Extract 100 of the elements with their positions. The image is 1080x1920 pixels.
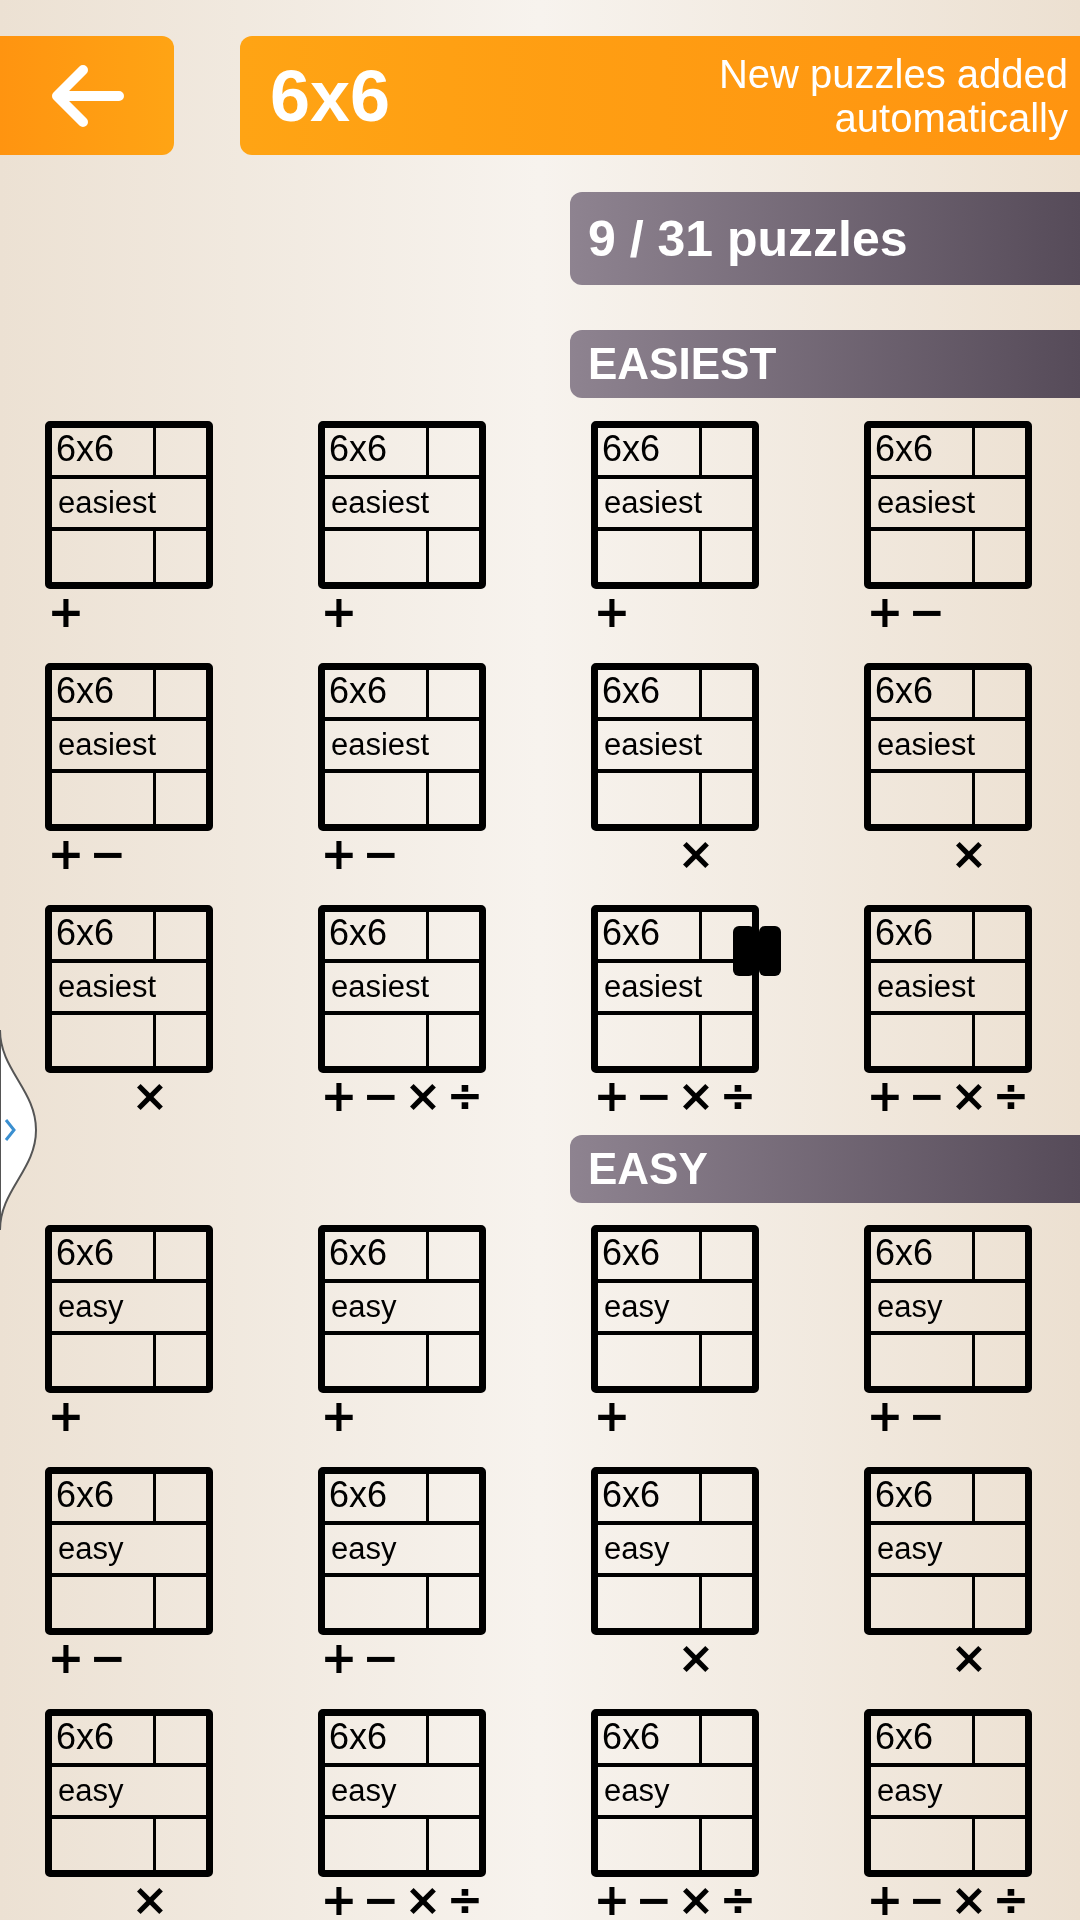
operator-symbol: × — [676, 1635, 716, 1680]
operator-symbol: − — [907, 1877, 947, 1920]
puzzle-tile[interactable]: 6x6 easiest — [318, 421, 486, 589]
section-heading: EASY — [570, 1135, 1080, 1203]
puzzle-level: easiest — [52, 721, 206, 773]
puzzle-tile[interactable]: 6x6 easy — [591, 1709, 759, 1877]
operator-symbol: + — [46, 831, 86, 876]
operator-symbol: + — [592, 589, 632, 634]
operator-symbol: ÷ — [991, 1877, 1031, 1920]
puzzle-level: easy — [325, 1283, 479, 1335]
operator-symbol: + — [592, 1073, 632, 1118]
puzzle-tile[interactable]: 6x6 easy — [45, 1225, 213, 1393]
puzzle-level: easy — [325, 1767, 479, 1819]
puzzle-size: 6x6 — [52, 1716, 156, 1768]
puzzle-tile[interactable]: 6x6 easy — [591, 1225, 759, 1393]
puzzle-size: 6x6 — [325, 912, 429, 964]
pause-icon — [731, 924, 783, 978]
puzzle-tile[interactable]: 6x6 easiest — [318, 663, 486, 831]
operator-symbol: + — [865, 589, 905, 634]
puzzle-size: 6x6 — [52, 1474, 156, 1526]
puzzle-size: 6x6 — [52, 428, 156, 480]
back-arrow-icon — [49, 63, 125, 128]
operator-symbol: × — [949, 1073, 989, 1118]
operator-symbol: − — [907, 589, 947, 634]
operator-symbol: × — [403, 1877, 443, 1920]
puzzle-level: easy — [871, 1283, 1025, 1335]
puzzle-tile[interactable]: 6x6 easiest — [45, 421, 213, 589]
operator-symbol: + — [46, 1635, 86, 1680]
puzzle-size: 6x6 — [325, 428, 429, 480]
operator-symbol: + — [319, 1877, 359, 1920]
puzzle-tile[interactable]: 6x6 easy — [318, 1709, 486, 1877]
puzzle-size: 6x6 — [325, 1232, 429, 1284]
operator-symbol: − — [907, 1393, 947, 1438]
operator-symbol: + — [865, 1877, 905, 1920]
puzzle-tile[interactable]: 6x6 easy — [318, 1225, 486, 1393]
operator-symbol: × — [130, 1877, 170, 1920]
drawer-handle[interactable] — [0, 1030, 38, 1230]
operator-symbol: + — [592, 1877, 632, 1920]
puzzle-size: 6x6 — [598, 1716, 702, 1768]
operator-symbol: − — [88, 831, 128, 876]
operator-symbol: − — [634, 1877, 674, 1920]
puzzle-tile[interactable]: 6x6 easiest — [864, 905, 1032, 1073]
puzzle-tile[interactable]: 6x6 easy — [45, 1709, 213, 1877]
operator-symbol: ÷ — [718, 1877, 758, 1920]
operator-symbol: × — [949, 831, 989, 876]
puzzle-tile[interactable]: 6x6 easy — [864, 1709, 1032, 1877]
puzzle-level: easy — [52, 1767, 206, 1819]
operator-symbol: ÷ — [718, 1073, 758, 1118]
puzzle-size: 6x6 — [871, 912, 975, 964]
operator-symbol: − — [634, 1073, 674, 1118]
puzzle-tile[interactable]: 6x6 easiest — [591, 663, 759, 831]
puzzle-size: 6x6 — [52, 1232, 156, 1284]
puzzle-tile[interactable]: 6x6 easy — [45, 1467, 213, 1635]
puzzle-tile[interactable]: 6x6 easiest — [864, 421, 1032, 589]
operator-symbol: × — [403, 1073, 443, 1118]
puzzle-size: 6x6 — [871, 670, 975, 722]
puzzle-tile[interactable]: 6x6 easy — [591, 1467, 759, 1635]
puzzle-count: 9 / 31 puzzles — [570, 192, 1080, 285]
puzzle-tile[interactable]: 6x6 easy — [864, 1225, 1032, 1393]
operator-symbol: × — [949, 1877, 989, 1920]
operator-symbol: + — [319, 1393, 359, 1438]
puzzle-size: 6x6 — [325, 670, 429, 722]
puzzle-size: 6x6 — [871, 428, 975, 480]
puzzle-level: easy — [598, 1767, 752, 1819]
puzzle-size: 6x6 — [871, 1716, 975, 1768]
operator-symbol: ÷ — [991, 1073, 1031, 1118]
operator-symbol: × — [130, 1073, 170, 1118]
operator-symbol: × — [676, 1073, 716, 1118]
operator-symbol: ÷ — [445, 1073, 485, 1118]
puzzle-level: easy — [325, 1525, 479, 1577]
operator-symbol: − — [361, 1635, 401, 1680]
puzzle-tile[interactable]: 6x6 easiest — [318, 905, 486, 1073]
operator-symbol: − — [361, 1877, 401, 1920]
puzzle-level: easy — [598, 1283, 752, 1335]
puzzle-level: easy — [598, 1525, 752, 1577]
puzzle-size: 6x6 — [325, 1716, 429, 1768]
puzzle-size: 6x6 — [598, 1474, 702, 1526]
puzzle-tile[interactable]: 6x6 easy — [864, 1467, 1032, 1635]
operator-symbol: + — [46, 589, 86, 634]
puzzle-level: easiest — [325, 479, 479, 531]
puzzle-size: 6x6 — [871, 1232, 975, 1284]
puzzle-level: easiest — [52, 963, 206, 1015]
puzzle-tile[interactable]: 6x6 easy — [318, 1467, 486, 1635]
puzzle-level: easiest — [52, 479, 206, 531]
operator-symbol: + — [319, 589, 359, 634]
operator-symbol: + — [46, 1393, 86, 1438]
puzzle-tile[interactable]: 6x6 easiest — [864, 663, 1032, 831]
puzzle-level: easy — [871, 1767, 1025, 1819]
operator-symbol: + — [319, 1635, 359, 1680]
operator-symbol: × — [949, 1635, 989, 1680]
operator-symbol: × — [676, 831, 716, 876]
puzzle-tile[interactable]: 6x6 easiest — [45, 905, 213, 1073]
puzzle-tile[interactable]: 6x6 easiest — [45, 663, 213, 831]
puzzle-level: easiest — [598, 479, 752, 531]
operator-symbol: × — [676, 1877, 716, 1920]
operator-symbol: + — [865, 1393, 905, 1438]
operator-symbol: + — [865, 1073, 905, 1118]
operator-symbol: − — [88, 1635, 128, 1680]
puzzle-tile[interactable]: 6x6 easiest — [591, 421, 759, 589]
puzzle-level: easy — [52, 1283, 206, 1335]
